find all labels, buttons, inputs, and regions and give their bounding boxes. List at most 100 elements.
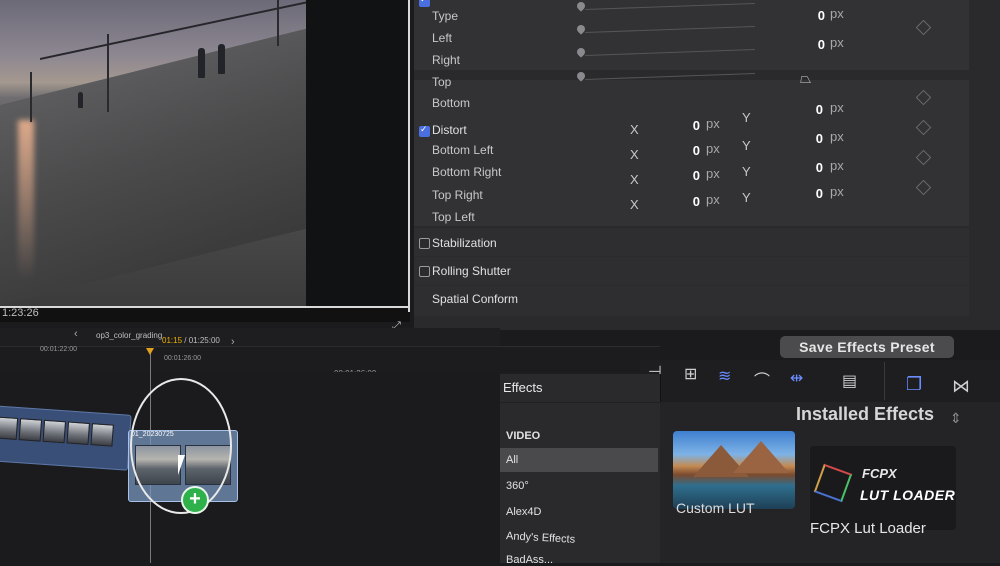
clip-thumbnail <box>42 419 67 444</box>
distort-top-right-label: Top Right <box>432 188 483 202</box>
crop-bottom-label: Bottom <box>432 96 471 110</box>
spatial-conform-title: Spatial Conform <box>432 292 519 306</box>
crop-handles-icon[interactable]: ⏢ <box>800 70 811 87</box>
crop-section <box>414 0 969 70</box>
timeline-clip[interactable] <box>0 405 132 471</box>
append-icon[interactable]: ⊞ <box>684 364 697 384</box>
timeline-track-area[interactable] <box>0 372 500 563</box>
pointer-cursor-icon <box>178 455 192 475</box>
effects-category-badass[interactable]: BadAss... <box>506 554 553 566</box>
distort-tr-y-unit: px <box>830 158 844 173</box>
effects-category-video[interactable]: VIDEO <box>506 430 540 442</box>
project-name[interactable]: op3_color_grading <box>96 331 162 340</box>
effects-title: Effects <box>503 380 543 395</box>
crop-left-value[interactable]: 0 <box>795 37 825 52</box>
distort-y-label: Y <box>742 110 751 125</box>
viewer <box>0 0 410 322</box>
effects-divider <box>500 402 660 403</box>
distort-tr-x-unit: px <box>706 166 720 181</box>
lamp-post <box>30 72 32 122</box>
playhead-marker[interactable] <box>146 348 154 355</box>
chevron-left-icon[interactable]: ‹ <box>74 328 78 340</box>
distort-br-y-value[interactable]: 0 <box>793 131 823 146</box>
distort-tl-y-value[interactable]: 0 <box>793 186 823 201</box>
distort-bottom-right-label: Bottom Right <box>432 165 502 179</box>
fcpx-thumbnail-line1: FCPX <box>862 466 897 481</box>
lamp-post <box>277 0 279 46</box>
video-inspector <box>414 0 1000 330</box>
crop-top-label: Top <box>432 75 452 89</box>
effects-category-selected-bg <box>500 448 658 472</box>
rolling-shutter-checkbox[interactable] <box>419 266 430 277</box>
effects-browser-icon[interactable]: ❐ <box>906 374 922 395</box>
distort-x-label: X <box>630 172 639 187</box>
distort-y-label: Y <box>742 190 751 205</box>
distort-y-label: Y <box>742 138 751 153</box>
sun-reflection <box>18 120 34 280</box>
stabilization-title: Stabilization <box>432 236 497 250</box>
distort-x-label: X <box>630 147 639 162</box>
ruler-tick-label: 00:01:22:00 <box>40 346 77 353</box>
effects-category-360[interactable]: 360° <box>506 480 529 492</box>
chevron-updown-icon[interactable]: ⇕ <box>950 410 962 427</box>
clip-skimming-icon[interactable]: ⇹ <box>790 368 803 388</box>
distort-bl-y-unit: px <box>830 100 844 115</box>
effects-category-alex4d[interactable]: Alex4D <box>506 506 541 518</box>
crop-type-unit: px <box>830 6 844 21</box>
person-silhouette <box>78 92 83 108</box>
distort-tr-x-value[interactable]: 0 <box>670 168 700 183</box>
stabilization-checkbox[interactable] <box>419 238 430 249</box>
distort-br-x-unit: px <box>706 141 720 156</box>
distort-tl-y-unit: px <box>830 184 844 199</box>
distort-br-x-value[interactable]: 0 <box>670 143 700 158</box>
viewer-timecode: 1:23:26 <box>2 307 39 319</box>
crop-right-label: Right <box>432 53 461 67</box>
viewer-border <box>408 0 410 312</box>
distort-y-label: Y <box>742 164 751 179</box>
clip-thumbnail <box>18 418 43 442</box>
distort-tl-x-unit: px <box>706 192 720 207</box>
project-current-time: 01:15 <box>162 336 183 345</box>
person-silhouette <box>198 48 205 78</box>
viewer-border <box>0 306 410 308</box>
crop-left-label: Left <box>432 31 453 45</box>
magnifier-circle <box>130 378 232 514</box>
transitions-icon[interactable]: ⋈ <box>952 376 970 397</box>
project-duration: 01:15 / 01:25:00 <box>162 336 220 345</box>
custom-lut-label: Custom LUT <box>676 500 755 516</box>
crop-checkbox[interactable] <box>419 0 430 7</box>
headphones-icon[interactable]: ⌒ <box>754 367 770 391</box>
crop-type-value[interactable]: 0 <box>795 8 825 23</box>
person-silhouette <box>218 44 225 74</box>
distort-bl-x-value[interactable]: 0 <box>670 118 700 133</box>
custom-lut-thumbnail[interactable] <box>673 431 795 509</box>
clip-thumbnail <box>0 416 19 440</box>
project-total-time: / 01:25:00 <box>182 336 220 345</box>
lamp-post <box>107 34 109 112</box>
distort-bl-y-value[interactable]: 0 <box>793 102 823 117</box>
audio-waveform-icon[interactable]: ≋ <box>718 366 731 386</box>
clip-thumbnail <box>66 421 90 445</box>
timeline-ruler[interactable]: 00:01:22:00 00:01:26:00 00:01:26:00 <box>0 346 660 378</box>
video-frame <box>0 0 306 306</box>
distort-top-left-label: Top Left <box>432 210 475 224</box>
filmstrip-icon[interactable]: ▤ <box>842 371 857 391</box>
mountain-shape <box>733 441 789 473</box>
rolling-shutter-title: Rolling Shutter <box>432 264 511 278</box>
distort-tr-y-value[interactable]: 0 <box>793 160 823 175</box>
distort-bl-x-unit: px <box>706 116 720 131</box>
effects-category-all[interactable]: All <box>506 454 518 466</box>
distort-br-y-unit: px <box>830 129 844 144</box>
distort-x-label: X <box>630 122 639 137</box>
distort-checkbox[interactable] <box>419 124 430 137</box>
save-effects-preset-button[interactable]: Save Effects Preset <box>780 336 954 358</box>
ruler-tick-label: 00:01:26:00 <box>164 355 201 362</box>
distort-x-label: X <box>630 197 639 212</box>
fcpx-lut-loader-label: FCPX Lut Loader <box>810 520 926 537</box>
stabilization-section <box>414 228 969 256</box>
installed-effects-dropdown[interactable]: Installed Effects <box>796 404 934 425</box>
toolbar-divider <box>884 362 885 400</box>
crop-type-label: Type <box>432 9 459 23</box>
add-plus-icon: + <box>181 486 209 514</box>
distort-tl-x-value[interactable]: 0 <box>670 194 700 209</box>
